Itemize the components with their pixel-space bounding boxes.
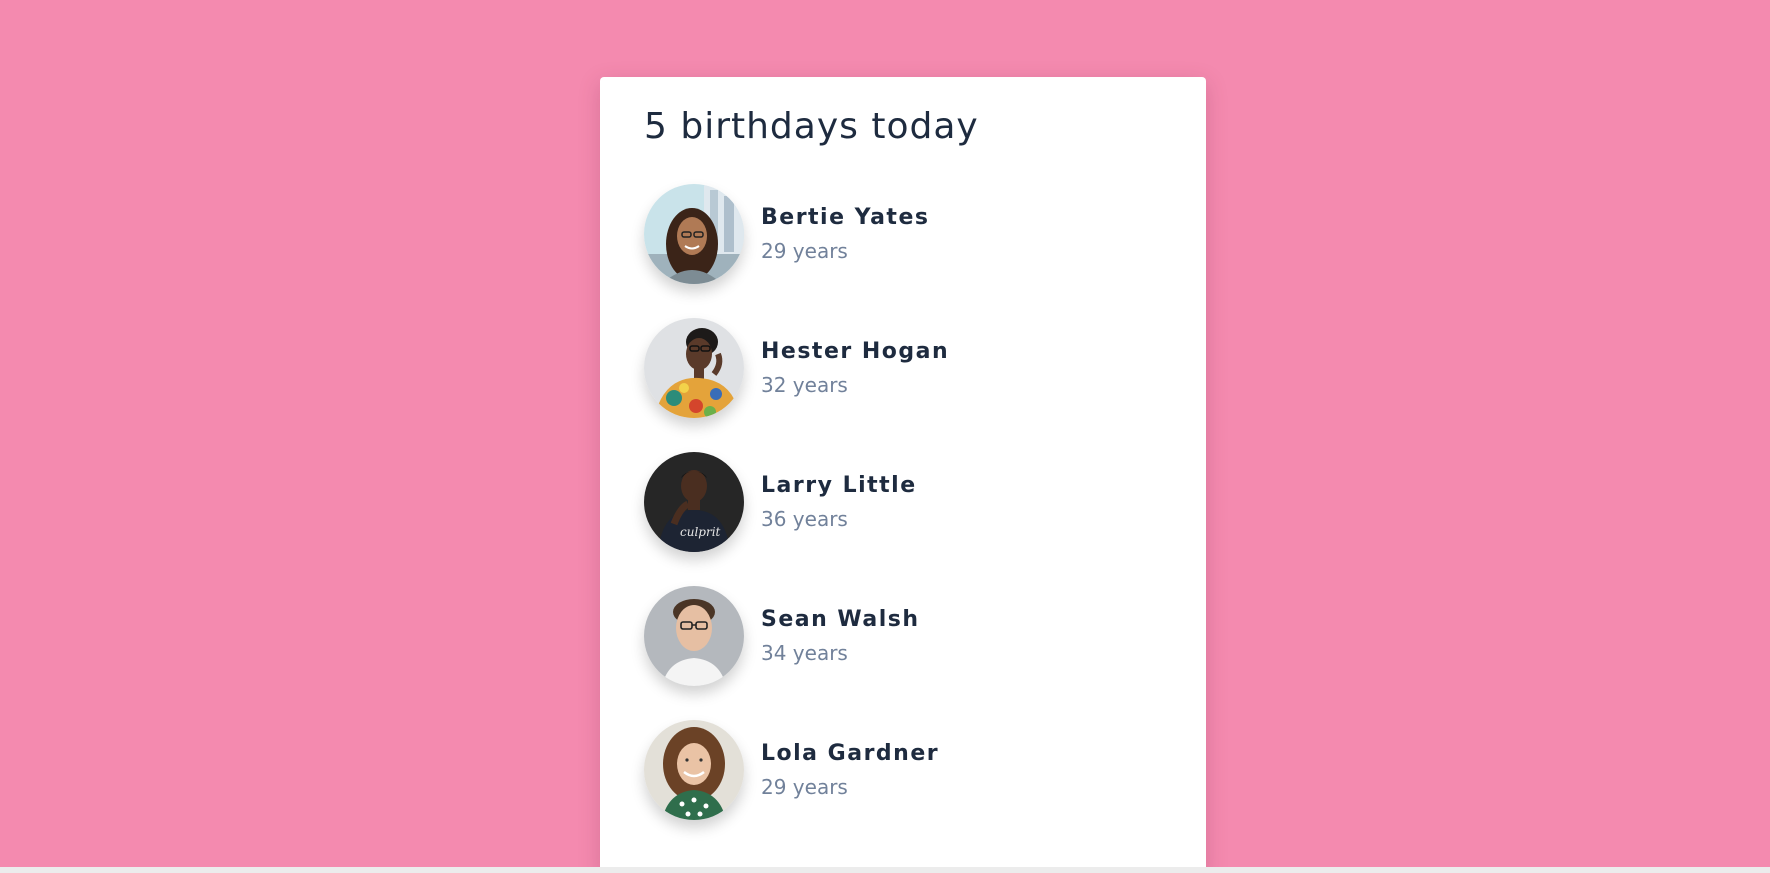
- birthday-list: Bertie Yates 29 years Hester Hogan 32 ye…: [644, 184, 1206, 821]
- avatar: culprit: [644, 452, 744, 553]
- list-item: Hester Hogan 32 years: [644, 318, 1206, 419]
- person-age: 29 years: [761, 239, 848, 264]
- person-age: 34 years: [761, 641, 848, 666]
- person-name: Hester Hogan: [761, 338, 950, 364]
- person-name: Larry Little: [761, 472, 917, 498]
- person-age: 29 years: [761, 775, 848, 800]
- person-age: 32 years: [761, 373, 848, 398]
- avatar: [644, 184, 744, 285]
- avatar: [644, 318, 744, 419]
- list-item: Lola Gardner 29 years: [644, 720, 1206, 821]
- birthday-card: 5 birthdays today Bertie Yates 29 years …: [600, 77, 1206, 873]
- person-name: Lola Gardner: [761, 740, 940, 766]
- person-age: 36 years: [761, 507, 848, 532]
- list-item: Bertie Yates 29 years: [644, 184, 1206, 285]
- person-name: Bertie Yates: [761, 204, 930, 230]
- window-bottom-edge: [0, 867, 1770, 873]
- list-item: Sean Walsh 34 years: [644, 586, 1206, 687]
- person-name: Sean Walsh: [761, 606, 920, 632]
- svg-text:culprit: culprit: [680, 525, 721, 539]
- list-item: culprit Larry Little 36 years: [644, 452, 1206, 553]
- page-title: 5 birthdays today: [644, 106, 979, 147]
- avatar: [644, 586, 744, 687]
- avatar: [644, 720, 744, 821]
